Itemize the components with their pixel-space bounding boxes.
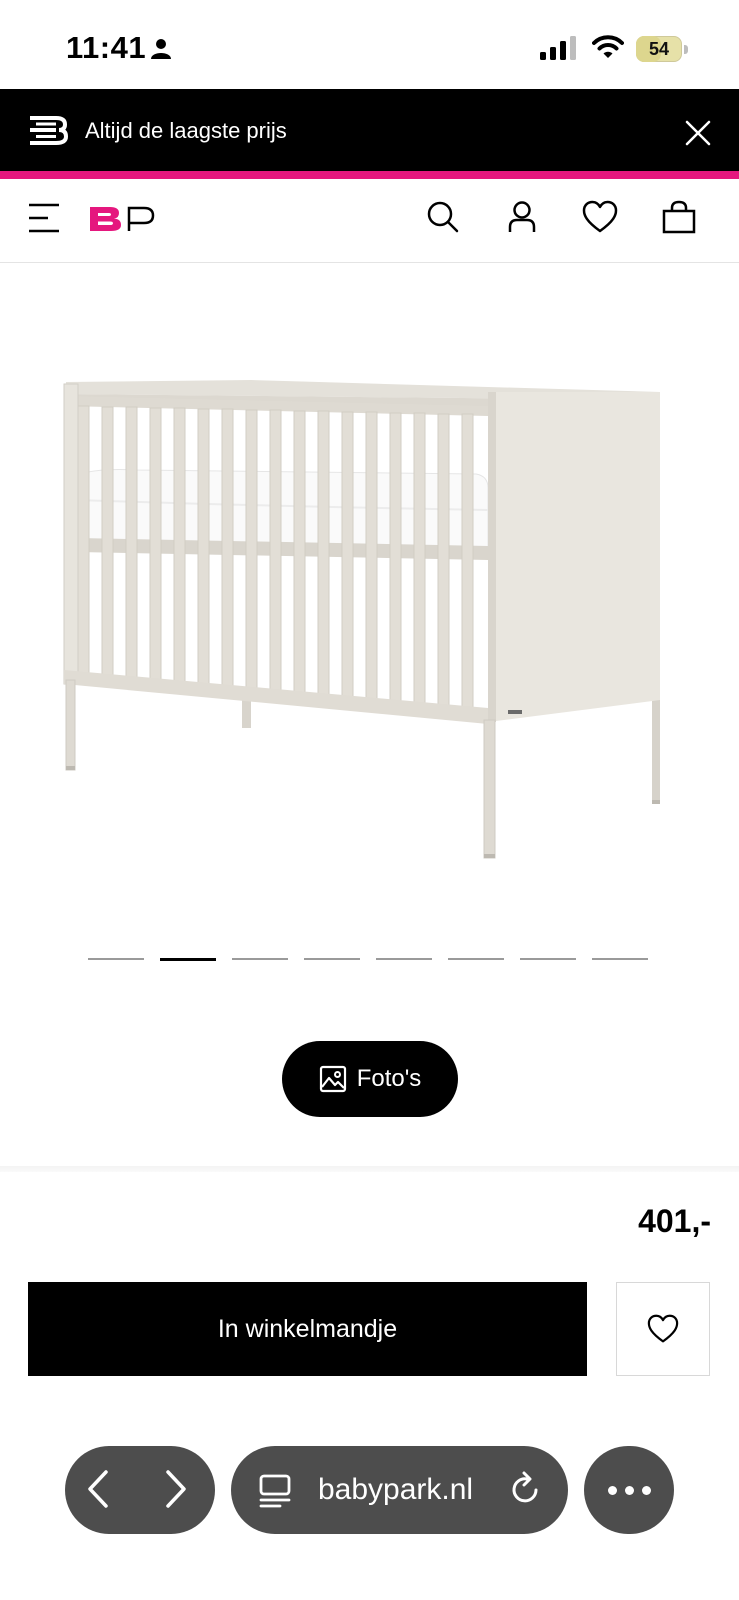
- more-icon[interactable]: [584, 1446, 674, 1534]
- wifi-icon: [592, 35, 624, 58]
- menu-icon[interactable]: [28, 203, 60, 233]
- gallery-indicator-4[interactable]: [304, 958, 360, 960]
- promo-text: Altijd de laagste prijs: [85, 118, 287, 143]
- cellular-signal-icon: [540, 36, 576, 60]
- battery-level: 54: [648, 39, 670, 59]
- image-icon: [319, 1065, 346, 1093]
- add-to-wishlist-button[interactable]: [616, 1282, 710, 1376]
- gallery-indicator-5[interactable]: [376, 958, 432, 960]
- gallery-indicator-6[interactable]: [448, 958, 504, 960]
- gallery-indicators: [88, 958, 651, 962]
- gallery-indicator-1[interactable]: [88, 958, 144, 960]
- battery-icon: 54: [636, 36, 688, 62]
- crib-image: [63, 380, 660, 859]
- photos-button[interactable]: Foto's: [282, 1041, 458, 1117]
- shopping-bag-icon[interactable]: [662, 200, 696, 234]
- gallery-indicator-7[interactable]: [520, 958, 576, 960]
- photos-button-label: Foto's: [356, 1065, 422, 1092]
- gallery-indicator-8[interactable]: [592, 958, 648, 960]
- add-to-cart-button[interactable]: In winkelmandje: [28, 1282, 587, 1376]
- b-logo-icon: [30, 116, 68, 145]
- account-icon[interactable]: [506, 200, 538, 234]
- close-icon[interactable]: [682, 117, 714, 149]
- status-time: 11:41: [66, 30, 147, 65]
- heart-icon: [647, 1314, 679, 1343]
- forward-icon[interactable]: [164, 1468, 188, 1510]
- back-icon[interactable]: [86, 1468, 110, 1510]
- person-icon: [151, 39, 171, 59]
- reload-icon[interactable]: [510, 1471, 542, 1507]
- add-to-cart-label: In winkelmandje: [217, 1314, 398, 1343]
- address-domain[interactable]: babypark.nl: [318, 1468, 473, 1512]
- gallery-indicator-3[interactable]: [232, 958, 288, 960]
- heart-icon[interactable]: [582, 200, 618, 234]
- gallery-indicator-2-active[interactable]: [160, 958, 216, 961]
- tabs-icon[interactable]: [258, 1474, 292, 1508]
- promo-accent-line: [0, 171, 739, 179]
- site-logo[interactable]: [88, 206, 156, 232]
- product-price: 401,-: [638, 1203, 711, 1239]
- section-divider: [0, 1166, 739, 1172]
- search-icon[interactable]: [426, 200, 460, 234]
